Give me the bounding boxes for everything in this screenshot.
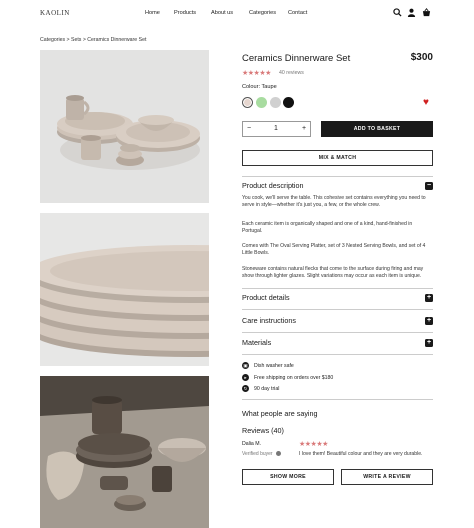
swatch-black[interactable] (283, 97, 294, 108)
nav-contact[interactable]: Contact (288, 10, 307, 16)
description-heading[interactable]: Product description (242, 181, 304, 190)
qty-minus-button[interactable]: − (247, 125, 251, 132)
user-icon[interactable] (407, 8, 416, 17)
logo[interactable]: KAOLIN (40, 9, 70, 17)
feature-dishwasher: ▣ Dish washer safe (242, 362, 294, 369)
reviews-intro: What people are saying (242, 409, 318, 418)
qty-value[interactable]: 1 (274, 125, 278, 132)
nav-home[interactable]: Home (145, 10, 160, 16)
colour-label: Colour: Taupe (242, 84, 277, 90)
add-to-basket-button[interactable]: ADD TO BASKET (321, 121, 433, 137)
product-price: $300 (410, 52, 433, 63)
verified-check-icon (275, 451, 281, 457)
description-para-4: Stoneware contains natural flecks that c… (242, 266, 424, 280)
reviews-title: Reviews (40) (242, 426, 284, 435)
collapse-icon[interactable]: − (425, 182, 433, 190)
qty-plus-button[interactable]: + (302, 125, 306, 132)
expand-icon[interactable]: + (425, 317, 433, 325)
expand-icon[interactable]: + (425, 339, 433, 347)
nav-about-us[interactable]: About us (211, 10, 233, 16)
reviews-count-link[interactable]: 40 reviews (279, 70, 304, 76)
product-title: Ceramics Dinnerware Set (242, 53, 351, 64)
product-image-plates-closeup[interactable] (40, 213, 209, 366)
divider (242, 309, 433, 310)
description-para-3: Comes with The Oval Serving Platter, set… (242, 243, 426, 257)
site-header: KAOLIN Home Products About us Categories… (0, 0, 474, 28)
breadcrumb[interactable]: Categories > Sets > Ceramics Dinnerware … (40, 37, 146, 43)
accordion-materials[interactable]: Materials (242, 338, 271, 347)
trial-icon: ↻ (242, 385, 249, 392)
reviewer-name: Dalia M. (242, 441, 262, 447)
quantity-stepper: − 1 + (242, 121, 311, 137)
verified-buyer: Verified buyer (242, 451, 281, 457)
nav-categories[interactable]: Categories (249, 10, 276, 16)
feature-shipping: ▸ Free shipping on orders over $180 (242, 374, 333, 381)
expand-icon[interactable]: + (425, 294, 433, 302)
accordion-product-details[interactable]: Product details (242, 293, 290, 302)
product-image-lifestyle[interactable] (40, 376, 209, 528)
review-text: I love them! Beautiful colour and they a… (299, 451, 423, 457)
write-review-button[interactable]: WRITE A REVIEW (341, 469, 433, 485)
divider (242, 399, 433, 400)
mix-match-button[interactable]: MIX & MATCH (242, 150, 433, 166)
swatch-grey[interactable] (270, 97, 281, 108)
description-para-1: You cook, we'll serve the table. This co… (242, 195, 426, 209)
search-icon[interactable] (393, 8, 402, 17)
description-para-2: Each ceramic item is organically shaped … (242, 221, 413, 235)
rating-stars: ★★★★★ (242, 70, 271, 77)
review-stars: ★★★★★ (299, 441, 328, 448)
accordion-care-instructions[interactable]: Care instructions (242, 316, 296, 325)
wishlist-heart-icon[interactable]: ♥ (423, 97, 429, 108)
divider (242, 332, 433, 333)
swatch-green[interactable] (256, 97, 267, 108)
basket-icon[interactable] (422, 8, 431, 17)
dishwasher-icon: ▣ (242, 362, 249, 369)
divider (242, 176, 433, 177)
nav-products[interactable]: Products (174, 10, 196, 16)
divider (242, 354, 433, 355)
product-image-set[interactable] (40, 50, 209, 203)
swatch-taupe[interactable] (242, 97, 253, 108)
feature-trial: ↻ 90 day trial (242, 385, 280, 392)
divider (242, 288, 433, 289)
show-more-button[interactable]: SHOW MORE (242, 469, 334, 485)
shipping-icon: ▸ (242, 374, 249, 381)
